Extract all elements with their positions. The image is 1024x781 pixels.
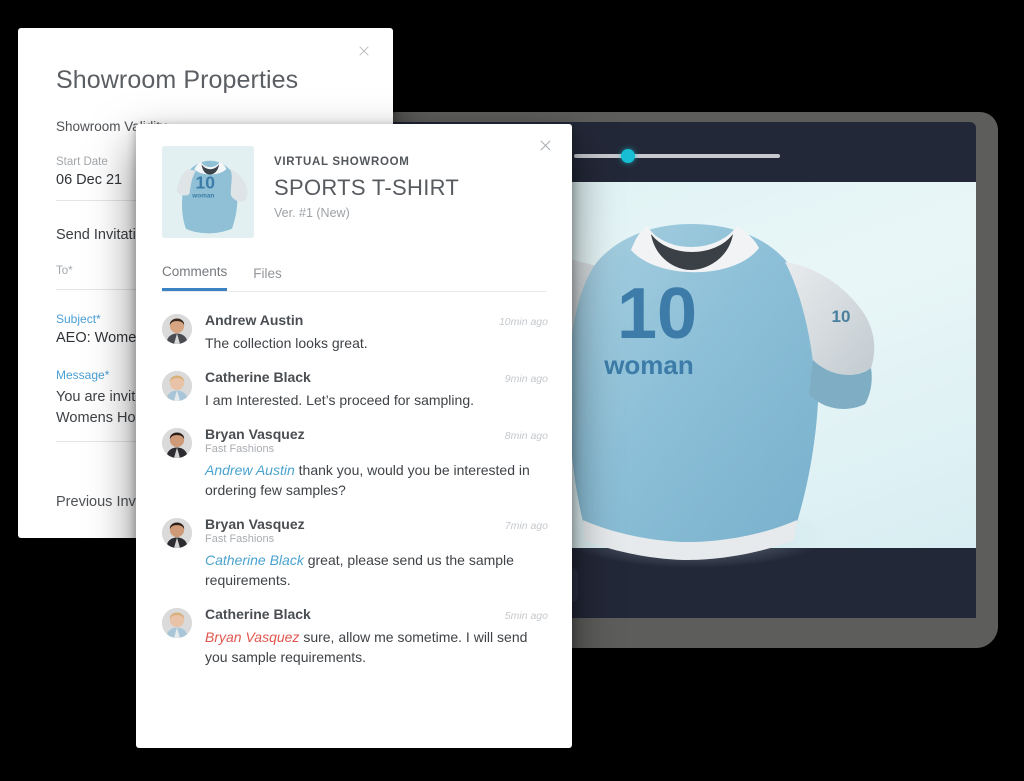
comment-author: Catherine Black: [205, 606, 311, 622]
avatar[interactable]: [162, 428, 192, 458]
comment-timestamp: 9min ago: [504, 373, 548, 385]
avatar[interactable]: [162, 371, 192, 401]
comment-author: Bryan Vasquez: [205, 426, 305, 442]
comment-text: Andrew Austin thank you, would you be in…: [205, 462, 530, 498]
comment-item: Catherine Black 9min ago I am Interested. …: [162, 369, 548, 410]
modal-header-text: VIRTUAL SHOWROOM SPORTS T-SHIRT Ver. #1 …: [274, 146, 459, 238]
zoom-slider[interactable]: [574, 149, 780, 163]
comment-organization: Fast Fashions: [205, 533, 275, 545]
comment-item: Bryan Vasquez 8min ago Fast Fashions Andrew…: [162, 426, 548, 500]
slider-track[interactable]: [574, 154, 780, 158]
comment-author: Andrew Austin: [205, 312, 304, 328]
modal-eyebrow: VIRTUAL SHOWROOM: [274, 156, 410, 168]
comment-timestamp: 7min ago: [504, 520, 548, 532]
close-icon[interactable]: [534, 134, 556, 156]
comment-header: Bryan Vasquez 7min ago: [205, 516, 548, 532]
comment-timestamp: 10min ago: [498, 316, 548, 328]
avatar[interactable]: [162, 608, 192, 638]
comment-text: Catherine Black great, please send us th…: [205, 552, 514, 588]
avatar[interactable]: [162, 314, 192, 344]
svg-text:10: 10: [832, 307, 851, 326]
modal-header: 10 woman VIRTUAL SHOWROOM SPORTS T-SHIRT…: [136, 124, 572, 238]
comment-timestamp: 8min ago: [504, 430, 548, 442]
modal-tabs: Comments Files: [162, 264, 546, 292]
close-icon[interactable]: [353, 40, 375, 62]
comment-body: Catherine Black 9min ago I am Interested. …: [205, 369, 548, 410]
comment-header: Bryan Vasquez 8min ago: [205, 426, 548, 442]
comment-body: Catherine Black 5min ago Bryan Vasquez sur…: [205, 606, 548, 667]
svg-text:woman: woman: [191, 193, 214, 200]
comment-item: Catherine Black 5min ago Bryan Vasquez sur…: [162, 606, 548, 667]
comment-organization: Fast Fashions: [205, 443, 275, 455]
comment-text: The collection looks great.: [205, 335, 368, 351]
product-version: Ver. #1 (New): [274, 206, 350, 220]
comment-text: Bryan Vasquez sure, allow me sometime. I…: [205, 629, 528, 665]
screenshot-canvas: 10 woman 10 Showroom Properties Showroom…: [0, 0, 1024, 781]
comment-author: Catherine Black: [205, 369, 311, 385]
sports-tshirt-thumbnail[interactable]: 10 woman: [162, 146, 254, 238]
svg-text:woman: woman: [603, 350, 694, 380]
comment-header: Catherine Black 9min ago: [205, 369, 548, 385]
comment-text: I am Interested. Let’s proceed for sampl…: [205, 392, 474, 408]
comment-header: Andrew Austin 10min ago: [205, 312, 548, 328]
tab-comments[interactable]: Comments: [162, 264, 228, 291]
tab-files[interactable]: Files: [253, 264, 282, 291]
comment-body: Andrew Austin 10min ago The collection loo…: [205, 312, 548, 353]
comments-modal: 10 woman VIRTUAL SHOWROOM SPORTS T-SHIRT…: [136, 124, 572, 748]
comment-item: Bryan Vasquez 7min ago Fast Fashions Cather…: [162, 516, 548, 590]
comment-item: Andrew Austin 10min ago The collection loo…: [162, 312, 548, 353]
product-name: SPORTS T-SHIRT: [274, 175, 460, 200]
comment-author: Bryan Vasquez: [205, 516, 305, 532]
svg-text:10: 10: [196, 172, 215, 192]
comment-timestamp: 5min ago: [504, 610, 548, 622]
comment-body: Bryan Vasquez 8min ago Fast Fashions Andrew…: [205, 426, 548, 500]
comment-header: Catherine Black 5min ago: [205, 606, 548, 622]
slider-thumb[interactable]: [620, 149, 635, 163]
comment-mention[interactable]: Catherine Black: [205, 552, 304, 568]
comments-list: Andrew Austin 10min ago The collection loo…: [136, 292, 572, 667]
comment-body: Bryan Vasquez 7min ago Fast Fashions Cather…: [205, 516, 548, 590]
page-title: Showroom Properties: [56, 66, 299, 94]
comment-mention[interactable]: Andrew Austin: [205, 462, 295, 478]
comment-mention[interactable]: Bryan Vasquez: [205, 629, 299, 645]
svg-text:10: 10: [617, 274, 697, 354]
avatar[interactable]: [162, 518, 192, 548]
